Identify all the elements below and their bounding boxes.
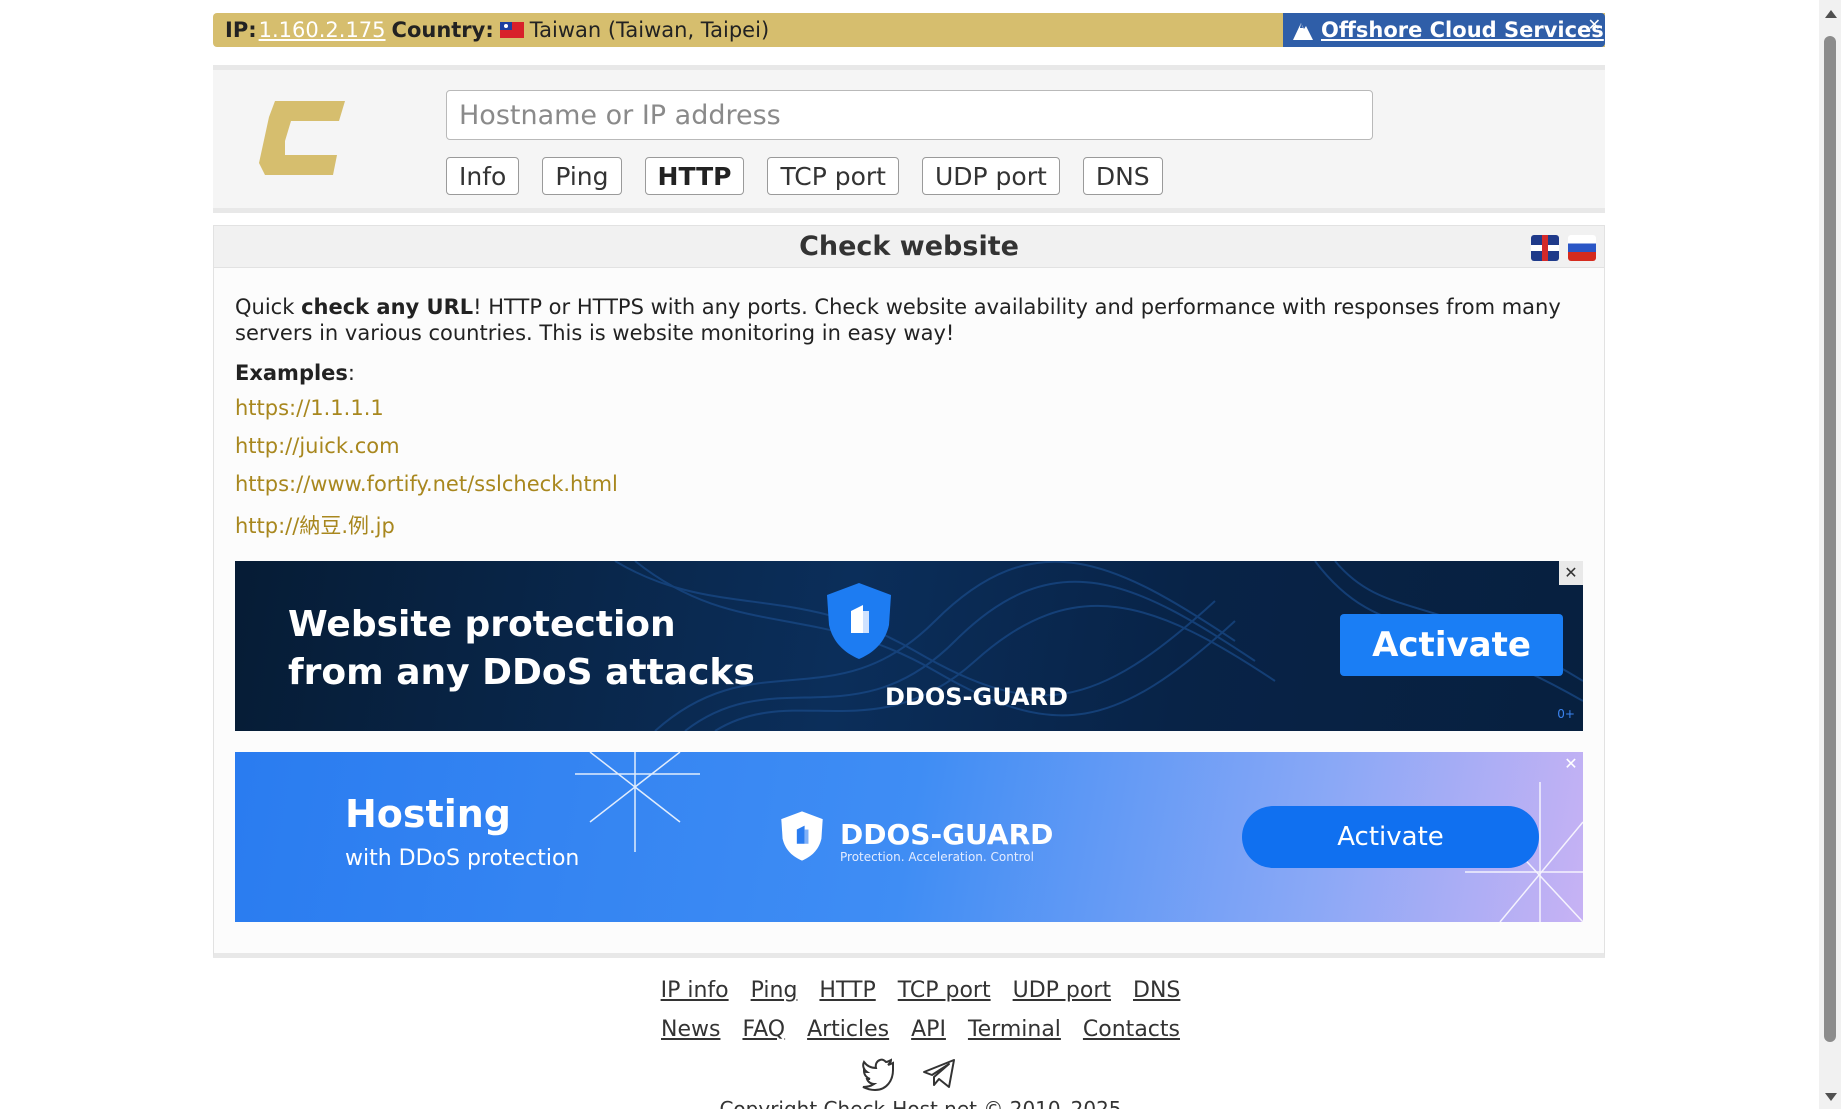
page-title: Check website bbox=[799, 231, 1019, 262]
footer-link-dns[interactable]: DNS bbox=[1133, 978, 1180, 1003]
examples-label: Examples bbox=[235, 361, 348, 385]
banner2-subtitle: with DDoS protection bbox=[345, 846, 580, 871]
tool-buttons: Info Ping HTTP TCP port UDP port DNS bbox=[446, 157, 1186, 195]
examples-list: https://1.1.1.1 http://juick.com https://w… bbox=[235, 396, 618, 548]
description: Quick check any URL! HTTP or HTTPS with … bbox=[235, 294, 1585, 346]
banner1-close-icon[interactable]: ✕ bbox=[1559, 561, 1583, 585]
tool-button-tcp-port[interactable]: TCP port bbox=[767, 157, 899, 195]
ddos-guard-banner[interactable]: Website protection from any DDoS attacks… bbox=[235, 561, 1583, 731]
taiwan-flag-icon bbox=[499, 22, 524, 38]
tool-button-udp-port[interactable]: UDP port bbox=[921, 157, 1060, 195]
search-panel: Info Ping HTTP TCP port UDP port DNS bbox=[213, 65, 1605, 213]
uk-flag-icon[interactable] bbox=[1531, 235, 1559, 261]
footer-link-terminal[interactable]: Terminal bbox=[968, 1017, 1061, 1042]
tool-button-dns[interactable]: DNS bbox=[1082, 157, 1163, 195]
list-item: https://1.1.1.1 bbox=[235, 396, 618, 434]
footer-link-api[interactable]: API bbox=[911, 1017, 946, 1042]
mountain-icon bbox=[1293, 23, 1313, 40]
footer-nav-tools: IP info Ping HTTP TCP port UDP port DNS bbox=[0, 978, 1841, 1003]
russia-flag-icon[interactable] bbox=[1568, 235, 1596, 261]
tool-button-http[interactable]: HTTP bbox=[644, 157, 745, 195]
footer-link-ip-info[interactable]: IP info bbox=[661, 978, 729, 1003]
banner2-title: Hosting bbox=[345, 792, 511, 836]
footer-link-articles[interactable]: Articles bbox=[807, 1017, 889, 1042]
check-host-logo-icon[interactable] bbox=[255, 97, 345, 177]
scroll-down-icon[interactable] bbox=[1825, 1093, 1837, 1101]
footer-link-news[interactable]: News bbox=[661, 1017, 720, 1042]
scroll-up-icon[interactable] bbox=[1825, 10, 1837, 18]
desc-bold: check any URL bbox=[301, 295, 474, 319]
examples-heading: Examples: bbox=[235, 361, 355, 385]
example-link[interactable]: http://納豆.例.jp bbox=[235, 514, 395, 538]
tool-button-info[interactable]: Info bbox=[446, 157, 520, 195]
banner1-brand: DDOS-GUARD bbox=[885, 683, 1068, 711]
footer-nav-info: News FAQ Articles API Terminal Contacts bbox=[0, 1017, 1841, 1042]
tool-button-ping[interactable]: Ping bbox=[542, 157, 622, 195]
social-links bbox=[849, 1055, 969, 1092]
examples-colon: : bbox=[347, 361, 355, 385]
twitter-icon[interactable] bbox=[861, 1055, 897, 1092]
country-label: Country: bbox=[391, 18, 494, 42]
hostname-input[interactable] bbox=[446, 90, 1373, 140]
page-scrollbar[interactable] bbox=[1819, 0, 1841, 1109]
footer-link-http[interactable]: HTTP bbox=[819, 978, 875, 1003]
banner1-title-line1: Website protection bbox=[288, 604, 676, 645]
list-item: https://www.fortify.net/sslcheck.html bbox=[235, 472, 618, 510]
footer-link-udp-port[interactable]: UDP port bbox=[1013, 978, 1111, 1003]
banner2-tagline: Protection. Acceleration. Control bbox=[840, 850, 1034, 864]
desc-prefix: Quick bbox=[235, 295, 302, 319]
banner2-close-icon[interactable]: ✕ bbox=[1559, 752, 1583, 776]
list-item: http://納豆.例.jp bbox=[235, 510, 618, 548]
copyright: Copyright Check-Host.net © 2010–2025 bbox=[719, 1097, 1122, 1109]
footer-link-contacts[interactable]: Contacts bbox=[1083, 1017, 1180, 1042]
ip-link[interactable]: 1.160.2.175 bbox=[259, 18, 386, 42]
footer-link-tcp-port[interactable]: TCP port bbox=[898, 978, 991, 1003]
age-rating: 0+ bbox=[1557, 707, 1575, 721]
example-link[interactable]: https://1.1.1.1 bbox=[235, 396, 384, 420]
banner1-title: Website protection from any DDoS attacks bbox=[288, 601, 808, 697]
banner1-activate-button[interactable]: Activate bbox=[1340, 614, 1563, 676]
footer-link-ping[interactable]: Ping bbox=[751, 978, 798, 1003]
banner2-brand: DDOS-GUARD bbox=[840, 818, 1054, 851]
shield-icon bbox=[827, 583, 891, 659]
offshore-cloud-link[interactable]: Offshore Cloud Services bbox=[1321, 18, 1604, 42]
example-link[interactable]: https://www.fortify.net/sslcheck.html bbox=[235, 472, 618, 496]
main-panel: Check website Quick check any URL! HTTP … bbox=[213, 225, 1605, 958]
language-switcher bbox=[1522, 235, 1596, 261]
banner1-title-line2: from any DDoS attacks bbox=[288, 652, 755, 693]
panel-header: Check website bbox=[214, 226, 1604, 268]
scroll-thumb[interactable] bbox=[1824, 36, 1836, 1042]
close-icon[interactable]: ✕ bbox=[1588, 15, 1601, 34]
telegram-icon[interactable] bbox=[921, 1055, 957, 1091]
hosting-banner[interactable]: Hosting with DDoS protection DDOS-GUARD … bbox=[235, 752, 1583, 922]
offshore-promo: Offshore Cloud Services ✕ bbox=[1283, 13, 1605, 47]
ip-label: IP: bbox=[225, 18, 257, 42]
footer-link-faq[interactable]: FAQ bbox=[742, 1017, 785, 1042]
banner2-activate-button[interactable]: Activate bbox=[1242, 806, 1539, 868]
example-link[interactable]: http://juick.com bbox=[235, 434, 400, 458]
shield-icon bbox=[781, 811, 823, 861]
list-item: http://juick.com bbox=[235, 434, 618, 472]
country-value: Taiwan (Taiwan, Taipei) bbox=[529, 18, 770, 42]
